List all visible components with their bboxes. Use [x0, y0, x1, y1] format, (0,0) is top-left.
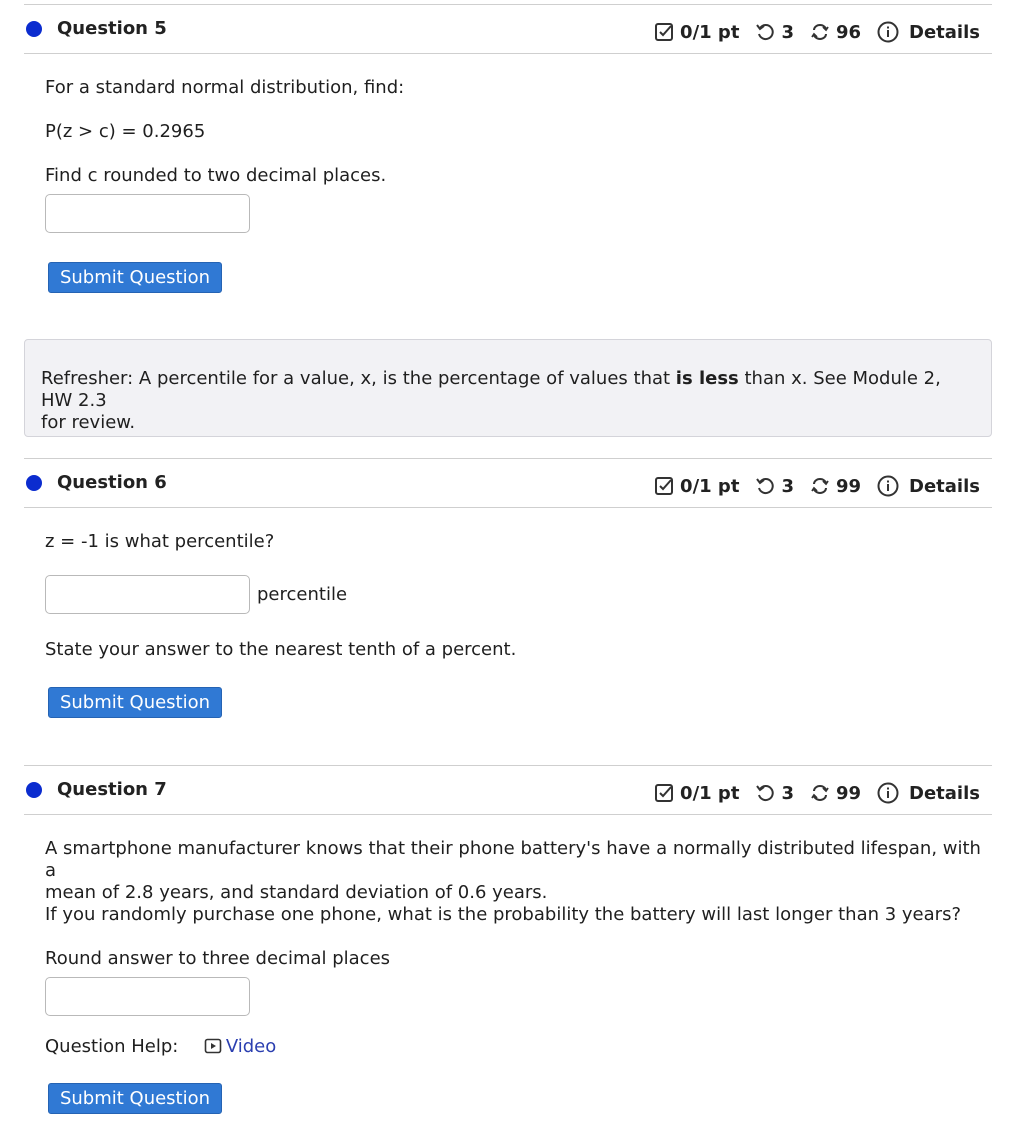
status-dot-icon [26, 21, 42, 37]
details-link[interactable]: Details [909, 783, 980, 804]
attempts-count: 99 [835, 782, 862, 804]
question-meta: 0/1 pt 3 99 Details [654, 780, 980, 806]
retry-icon [755, 783, 775, 803]
question-title: Question 6 [57, 472, 167, 493]
question-prompt: If you randomly purchase one phone, what… [45, 904, 961, 925]
status-dot-icon [26, 782, 42, 798]
question-title: Question 5 [57, 18, 167, 39]
tries-count: 3 [781, 475, 794, 497]
rounding-instruction: Find c rounded to two decimal places. [45, 165, 387, 186]
score-text: 0/1 pt [680, 21, 740, 43]
answer-input[interactable] [45, 194, 250, 233]
answer-input[interactable] [45, 977, 250, 1016]
video-link-label[interactable]: Video [226, 1036, 276, 1057]
submit-question-button[interactable]: Submit Question [48, 262, 222, 293]
question-help-label: Question Help: [45, 1036, 179, 1057]
question-5-header: Question 5 0/1 pt 3 96 Details [24, 4, 992, 54]
question-meta: 0/1 pt 3 99 Details [654, 473, 980, 499]
tries-count: 3 [781, 21, 794, 43]
submit-question-button[interactable]: Submit Question [48, 687, 222, 718]
checkbox-score-icon [654, 783, 674, 803]
checkbox-score-icon [654, 22, 674, 42]
question-meta: 0/1 pt 3 96 Details [654, 19, 980, 45]
retry-icon [755, 22, 775, 42]
details-link[interactable]: Details [909, 476, 980, 497]
info-icon[interactable] [877, 782, 899, 804]
question-title: Question 7 [57, 779, 167, 800]
percentile-input[interactable] [45, 575, 250, 614]
score-text: 0/1 pt [680, 782, 740, 804]
tries-count: 3 [781, 782, 794, 804]
retry-icon [755, 476, 775, 496]
details-link[interactable]: Details [909, 22, 980, 43]
refresher-box: Refresher: A percentile for a value, x, … [24, 339, 992, 437]
question-text: A smartphone manufacturer knows that the… [45, 838, 981, 903]
attempts-icon [810, 783, 830, 803]
refresher-text: Refresher: A percentile for a value, x, … [41, 368, 941, 433]
question-text: For a standard normal distribution, find… [45, 77, 405, 98]
input-suffix-label: percentile [257, 584, 348, 605]
attempts-count: 96 [835, 21, 862, 43]
attempts-icon [810, 476, 830, 496]
submit-question-button[interactable]: Submit Question [48, 1083, 222, 1114]
checkbox-score-icon [654, 476, 674, 496]
rounding-instruction: State your answer to the nearest tenth o… [45, 639, 517, 660]
status-dot-icon [26, 475, 42, 491]
probability-statement: P(z > c) = 0.2965 [45, 121, 206, 142]
score-text: 0/1 pt [680, 475, 740, 497]
video-play-icon [204, 1037, 222, 1061]
info-icon[interactable] [877, 21, 899, 43]
attempts-icon [810, 22, 830, 42]
question-text: z = -1 is what percentile? [45, 531, 275, 552]
question-7-header: Question 7 0/1 pt 3 99 Details [24, 765, 992, 815]
question-help: Question Help: Video [45, 1036, 276, 1061]
info-icon[interactable] [877, 475, 899, 497]
attempts-count: 99 [835, 475, 862, 497]
video-help-link[interactable]: Video [204, 1036, 276, 1057]
question-6-header: Question 6 0/1 pt 3 99 Details [24, 458, 992, 508]
rounding-instruction: Round answer to three decimal places [45, 948, 391, 969]
